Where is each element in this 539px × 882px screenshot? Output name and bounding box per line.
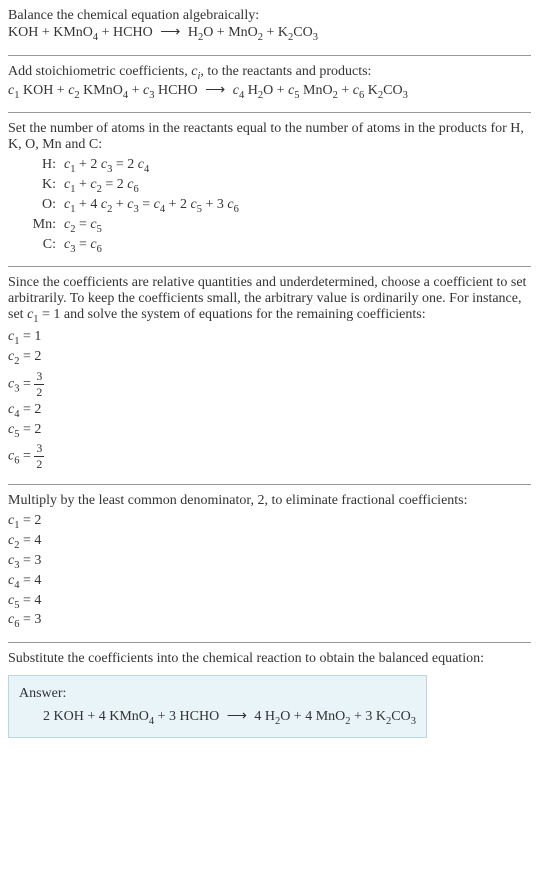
divider (8, 266, 531, 267)
intro-equation: KOH + KMnO4 + HCHO ⟶ H2O + MnO2 + K2CO3 (8, 24, 531, 43)
substitute-text: Substitute the coefficients into the che… (8, 651, 531, 667)
answer-label: Answer: (19, 686, 416, 702)
atom-row: H: c1 + 2 c3 = 2 c4 (24, 157, 531, 175)
atom-row: C: c3 = c6 (24, 237, 531, 255)
multiply-text: Multiply by the least common denominator… (8, 493, 531, 509)
intro-text: Balance the chemical equation algebraica… (8, 8, 531, 24)
atom-row: Mn: c2 = c5 (24, 217, 531, 235)
atoms-text: Set the number of atoms in the reactants… (8, 121, 531, 153)
atom-label: C: (24, 237, 56, 255)
coef-item: c5 = 4 (8, 593, 531, 611)
answer-box: Answer: 2 KOH + 4 KMnO4 + 3 HCHO ⟶ 4 H2O… (8, 675, 427, 738)
atom-label: K: (24, 177, 56, 195)
atom-eq: c3 = c6 (64, 237, 102, 255)
atom-label: H: (24, 157, 56, 175)
atom-eq: c1 + 4 c2 + c3 = c4 + 2 c5 + 3 c6 (64, 197, 239, 215)
atom-eq: c2 = c5 (64, 217, 102, 235)
choose-section: Since the coefficients are relative quan… (8, 275, 531, 472)
coef-item: c1 = 1 (8, 329, 531, 347)
coef-item: c5 = 2 (8, 422, 531, 440)
stoich-section: Add stoichiometric coefficients, ci, to … (8, 64, 531, 101)
atom-eq: c1 + c2 = 2 c6 (64, 177, 139, 195)
coef-item: c4 = 2 (8, 402, 531, 420)
coef-item: c2 = 2 (8, 349, 531, 367)
substitute-section: Substitute the coefficients into the che… (8, 651, 531, 738)
atoms-section: Set the number of atoms in the reactants… (8, 121, 531, 254)
coef-item: c6 = 3 (8, 612, 531, 630)
atom-row: K: c1 + c2 = 2 c6 (24, 177, 531, 195)
atom-label: Mn: (24, 217, 56, 235)
coef-item: c3 = 3 (8, 553, 531, 571)
divider (8, 642, 531, 643)
coef-item: c1 = 2 (8, 513, 531, 531)
atom-row: O: c1 + 4 c2 + c3 = c4 + 2 c5 + 3 c6 (24, 197, 531, 215)
divider (8, 55, 531, 56)
coef-item: c3 = 32 (8, 369, 531, 400)
divider (8, 112, 531, 113)
atoms-table: H: c1 + 2 c3 = 2 c4 K: c1 + c2 = 2 c6 O: c1… (24, 157, 531, 254)
coef-item: c4 = 4 (8, 573, 531, 591)
choose-text: Since the coefficients are relative quan… (8, 275, 531, 325)
atom-label: O: (24, 197, 56, 215)
coef-list: c1 = 1 c2 = 2 c3 = 32 c4 = 2 c5 = 2 c6 =… (8, 329, 531, 472)
stoich-text: Add stoichiometric coefficients, ci, to … (8, 64, 531, 82)
coef-list: c1 = 2 c2 = 4 c3 = 3 c4 = 4 c5 = 4 c6 = … (8, 513, 531, 630)
coef-item: c2 = 4 (8, 533, 531, 551)
multiply-section: Multiply by the least common denominator… (8, 493, 531, 630)
answer-equation: 2 KOH + 4 KMnO4 + 3 HCHO ⟶ 4 H2O + 4 MnO… (43, 708, 416, 727)
divider (8, 484, 531, 485)
stoich-equation: c1 KOH + c2 KMnO4 + c3 HCHO ⟶ c4 H2O + c… (8, 82, 531, 101)
coef-item: c6 = 32 (8, 441, 531, 472)
atom-eq: c1 + 2 c3 = 2 c4 (64, 157, 149, 175)
intro-section: Balance the chemical equation algebraica… (8, 8, 531, 43)
